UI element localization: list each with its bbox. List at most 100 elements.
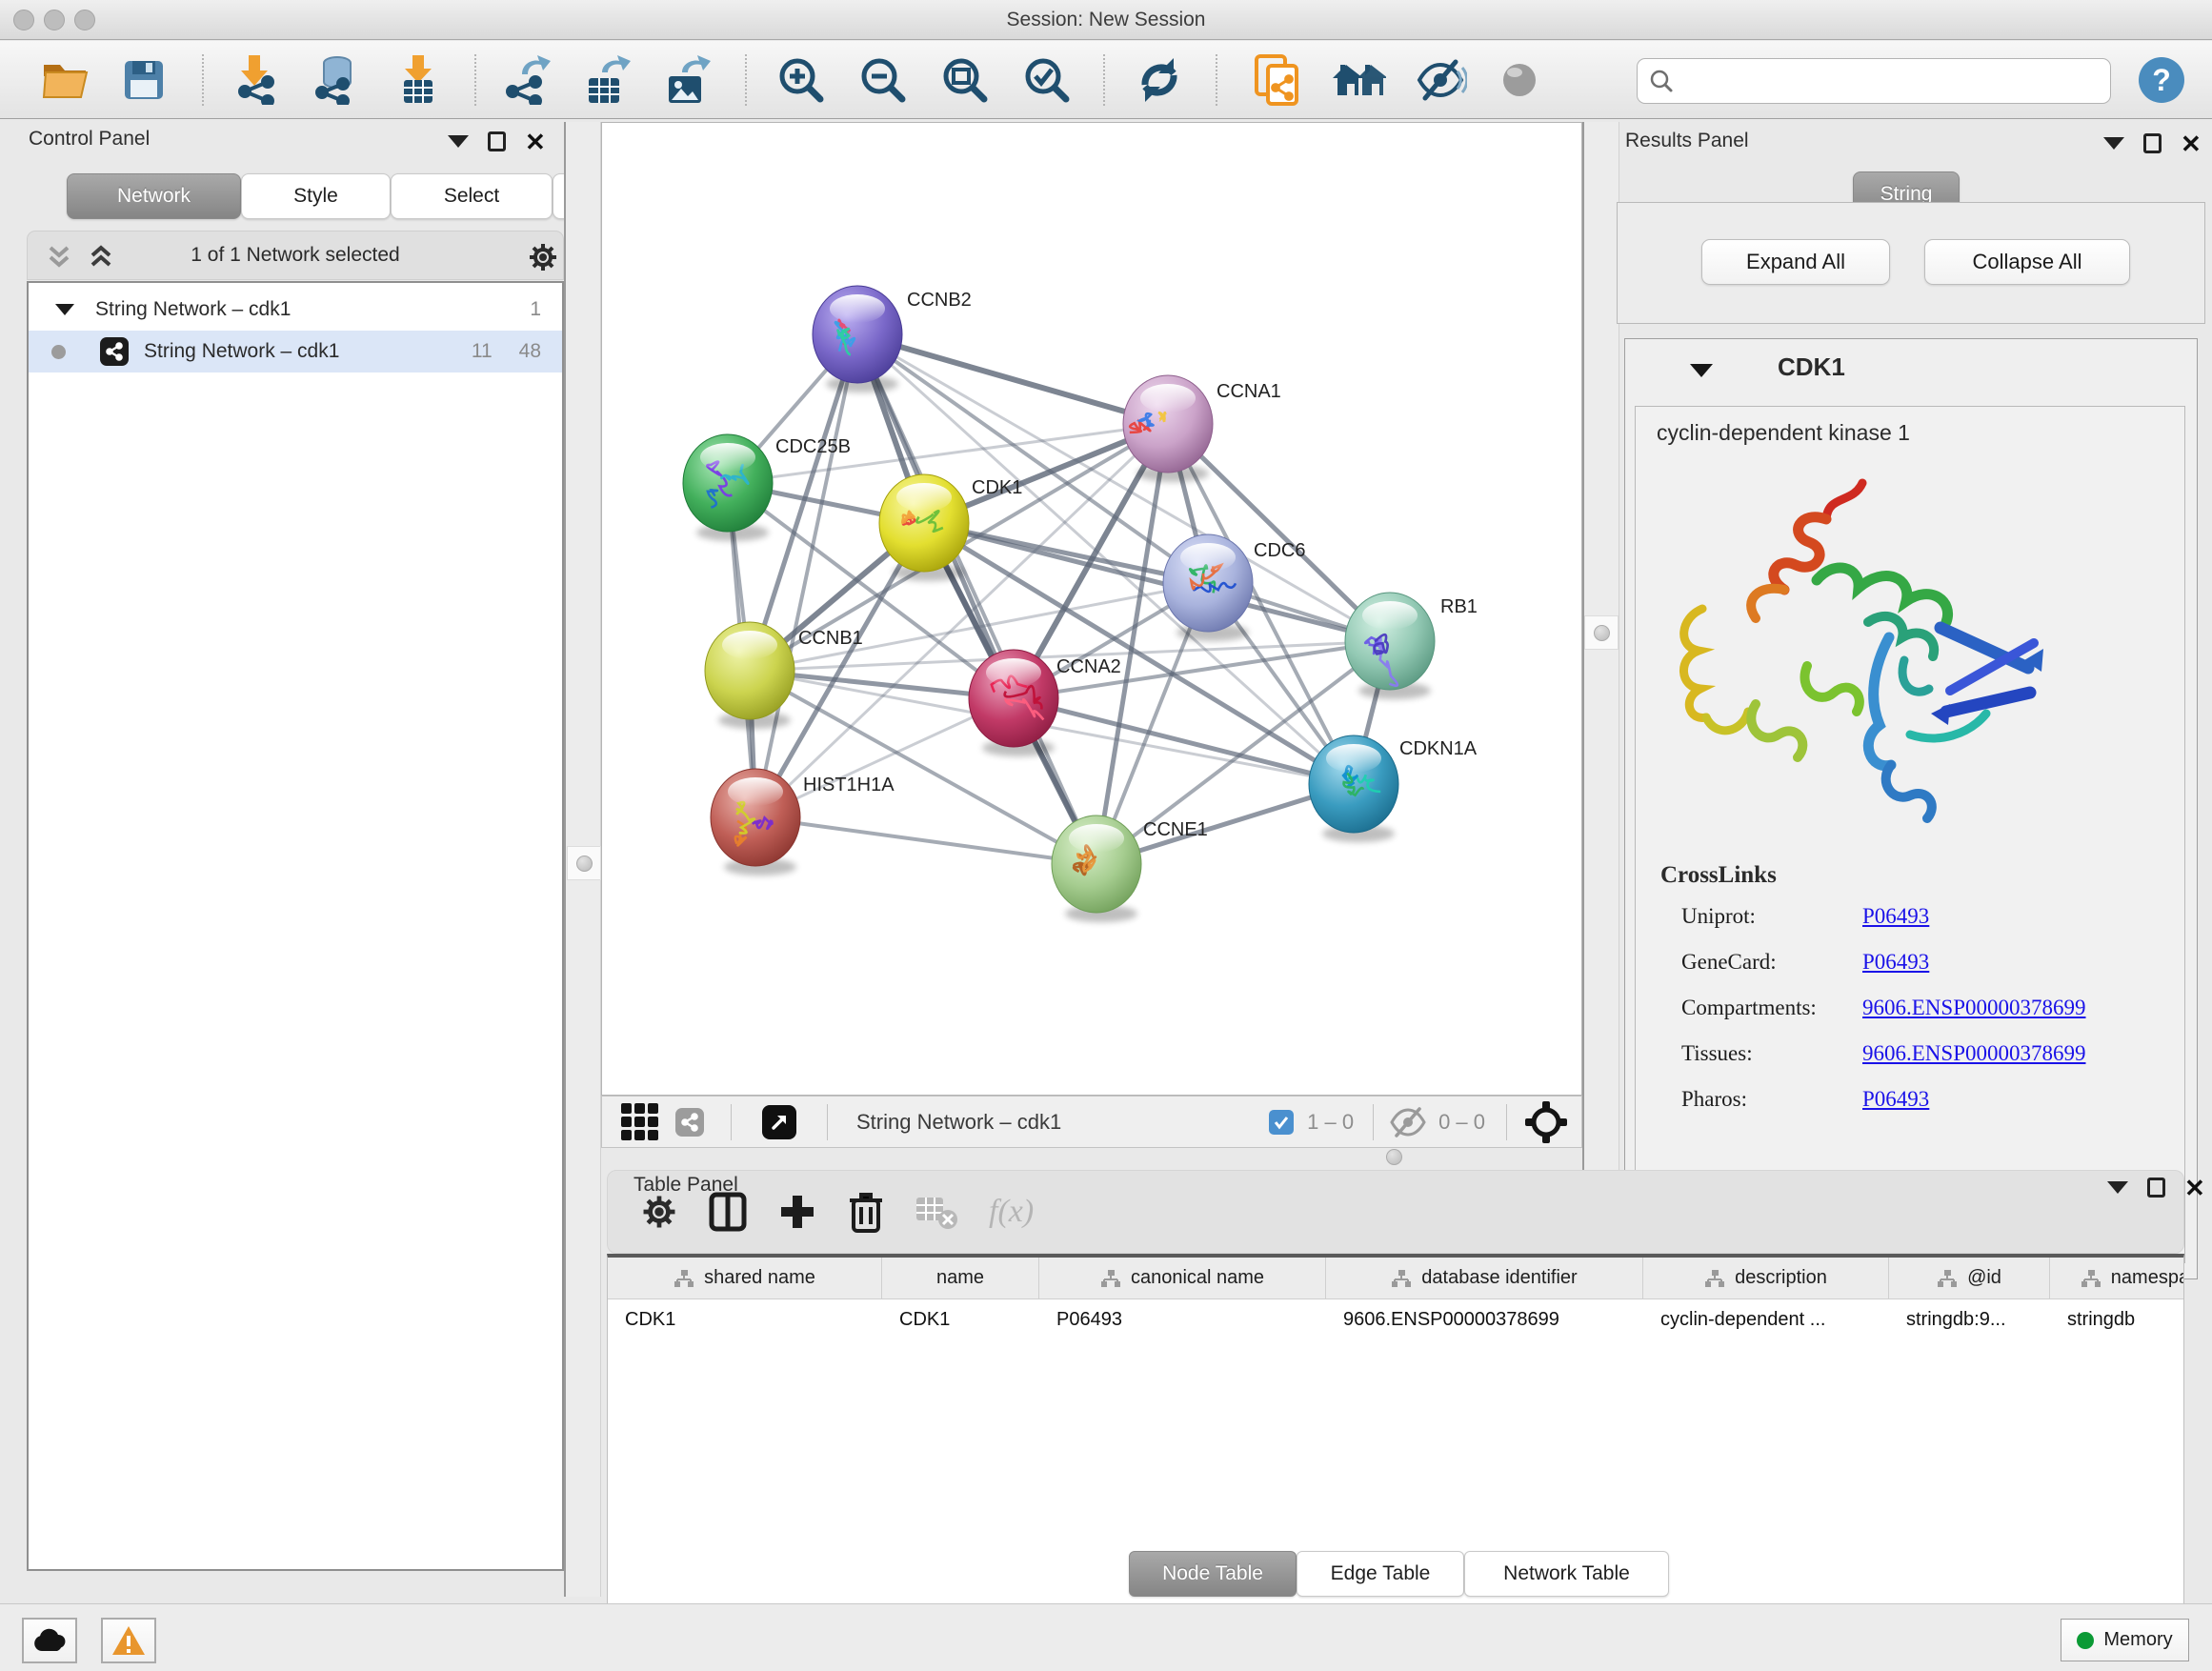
table-options-gear-icon[interactable] — [640, 1193, 678, 1231]
show-grid-icon[interactable] — [621, 1103, 658, 1140]
network-node-CCNB2[interactable]: CCNB2 — [813, 286, 972, 393]
network-edge-CCNB2-CCNA1[interactable] — [857, 334, 1168, 424]
table-cell[interactable]: stringdb:9... — [1889, 1299, 2050, 1339]
title-bar: Session: New Session — [0, 0, 2212, 40]
open-in-window-icon[interactable] — [762, 1105, 796, 1139]
import-network-from-database-icon[interactable] — [307, 52, 362, 108]
network-edge-CDC6-CCNB1[interactable] — [750, 583, 1208, 671]
string-protein-query-icon[interactable] — [1250, 52, 1305, 108]
tab-style[interactable]: Style — [241, 173, 391, 219]
table-cell[interactable]: stringdb — [2050, 1299, 2184, 1339]
results-actions-box: Expand All Collapse All — [1617, 202, 2205, 324]
node-label-RB1: RB1 — [1440, 596, 1478, 617]
show-columns-icon[interactable] — [709, 1192, 747, 1232]
network-collection-row[interactable]: String Network – cdk1 1 — [29, 289, 562, 331]
tab-node-table[interactable]: Node Table — [1129, 1551, 1297, 1597]
column-header-database-identifier[interactable]: database identifier — [1326, 1258, 1643, 1299]
panel-float-icon[interactable] — [2143, 133, 2162, 153]
panel-menu-icon[interactable] — [2103, 137, 2124, 150]
network-canvas[interactable]: CCNB2CCNA1CDC25BCDK1CDC6RB1CCNB1CCNA2CDK… — [601, 122, 1582, 1096]
network-edge-CCNA1-HIST1H1A[interactable] — [755, 424, 1168, 817]
panel-menu-icon[interactable] — [448, 135, 469, 148]
help-icon[interactable]: ? — [2134, 52, 2189, 108]
column-header-shared-name[interactable]: shared name — [608, 1258, 882, 1299]
hide-glass-panels-icon[interactable] — [1414, 52, 1469, 108]
table-cell[interactable]: CDK1 — [882, 1299, 1039, 1339]
column-header-label: description — [1735, 1267, 1827, 1289]
column-header-canonical-name[interactable]: canonical name — [1039, 1258, 1326, 1299]
zoom-out-icon[interactable] — [855, 52, 911, 108]
selected-items-checkbox-icon[interactable] — [1269, 1110, 1294, 1135]
warnings-button[interactable] — [101, 1618, 156, 1663]
column-header-description[interactable]: description — [1643, 1258, 1889, 1299]
main-toolbar: ? — [0, 41, 2212, 119]
crosslink-link[interactable]: P06493 — [1862, 950, 1929, 975]
add-column-icon[interactable] — [777, 1192, 817, 1232]
expand-all-button[interactable]: Expand All — [1701, 239, 1890, 285]
table-cell[interactable]: P06493 — [1039, 1299, 1326, 1339]
home-networks-icon[interactable] — [1332, 52, 1387, 108]
panel-float-icon[interactable] — [2147, 1178, 2165, 1198]
table-cell[interactable]: CDK1 — [608, 1299, 882, 1339]
network-overview-icon[interactable] — [675, 1108, 704, 1137]
left-splitter-handle[interactable] — [567, 846, 601, 880]
network-edge-CCNB2-HIST1H1A[interactable] — [755, 334, 857, 817]
network-row[interactable]: String Network – cdk1 11 48 — [29, 331, 562, 372]
panel-menu-icon[interactable] — [2107, 1181, 2128, 1194]
export-network-icon[interactable] — [499, 52, 554, 108]
zoom-in-icon[interactable] — [774, 52, 829, 108]
export-image-icon[interactable] — [659, 52, 714, 108]
network-edge-HIST1H1A-CCNE1[interactable] — [755, 817, 1096, 864]
horizontal-splitter-handle[interactable] — [1386, 1149, 1402, 1165]
left-splitter[interactable] — [564, 122, 601, 1597]
delete-column-icon[interactable] — [848, 1191, 884, 1233]
network-node-CCNE1[interactable]: CCNE1 — [1052, 815, 1208, 922]
column-header-namespace[interactable]: namespace — [2050, 1258, 2184, 1299]
show-glass-panels-icon[interactable] — [1492, 52, 1547, 108]
crosslink-link[interactable]: 9606.ENSP00000378699 — [1862, 1041, 2086, 1066]
network-node-CDK1[interactable]: CDK1 — [879, 474, 1022, 581]
import-network-icon[interactable] — [227, 52, 282, 108]
collapse-all-button[interactable]: Collapse All — [1924, 239, 2130, 285]
save-session-icon[interactable] — [116, 52, 171, 108]
table-row[interactable]: CDK1CDK1P064939606.ENSP00000378699cyclin… — [608, 1299, 2183, 1339]
import-table-icon[interactable] — [391, 52, 446, 108]
crosslink-row: Pharos:P06493 — [1681, 1087, 2177, 1112]
tab-network-table[interactable]: Network Table — [1464, 1551, 1669, 1597]
crosslink-link[interactable]: 9606.ENSP00000378699 — [1862, 996, 2086, 1020]
zoom-selected-icon[interactable] — [1019, 52, 1075, 108]
open-session-icon[interactable] — [38, 52, 93, 108]
fit-selected-crosshair-icon[interactable] — [1524, 1100, 1568, 1144]
apply-layout-icon[interactable] — [1132, 52, 1187, 108]
network-node-RB1[interactable]: RB1 — [1345, 593, 1478, 699]
crosslink-link[interactable]: P06493 — [1862, 1087, 1929, 1112]
crosslink-link[interactable]: P06493 — [1862, 904, 1929, 929]
column-header-name[interactable]: name — [882, 1258, 1039, 1299]
network-node-CDC6[interactable]: CDC6 — [1163, 534, 1305, 641]
panel-float-icon[interactable] — [488, 131, 506, 151]
network-type-icon — [100, 337, 129, 366]
column-header--id[interactable]: @id — [1889, 1258, 2050, 1299]
collection-expander-icon[interactable] — [55, 304, 74, 315]
toolbar-separator — [474, 54, 476, 106]
table-cell[interactable]: cyclin-dependent ... — [1643, 1299, 1889, 1339]
panel-close-icon[interactable]: ✕ — [2184, 1178, 2205, 1198]
panel-close-icon[interactable]: ✕ — [2181, 134, 2202, 153]
tab-network[interactable]: Network — [67, 173, 241, 219]
memory-button[interactable]: Memory — [2061, 1619, 2189, 1661]
table-cell[interactable]: 9606.ENSP00000378699 — [1326, 1299, 1643, 1339]
network-node-CCNA1[interactable]: CCNA1 — [1123, 375, 1281, 482]
panel-close-icon[interactable]: ✕ — [525, 132, 546, 151]
gene-section-expander-icon[interactable] — [1690, 364, 1713, 377]
table-toolbar: f(x) — [607, 1170, 2184, 1254]
tab-select[interactable]: Select — [391, 173, 553, 219]
tab-edge-table[interactable]: Edge Table — [1297, 1551, 1464, 1597]
network-node-CDKN1A[interactable]: CDKN1A — [1309, 735, 1478, 842]
network-options-gear-icon[interactable] — [527, 241, 559, 273]
cloud-status-button[interactable] — [22, 1618, 77, 1663]
search-input[interactable] — [1674, 70, 2083, 92]
network-node-CCNA2[interactable]: CCNA2 — [969, 650, 1121, 756]
export-table-icon[interactable] — [579, 52, 634, 108]
svg-text:?: ? — [2152, 63, 2171, 97]
zoom-fit-icon[interactable] — [937, 52, 993, 108]
